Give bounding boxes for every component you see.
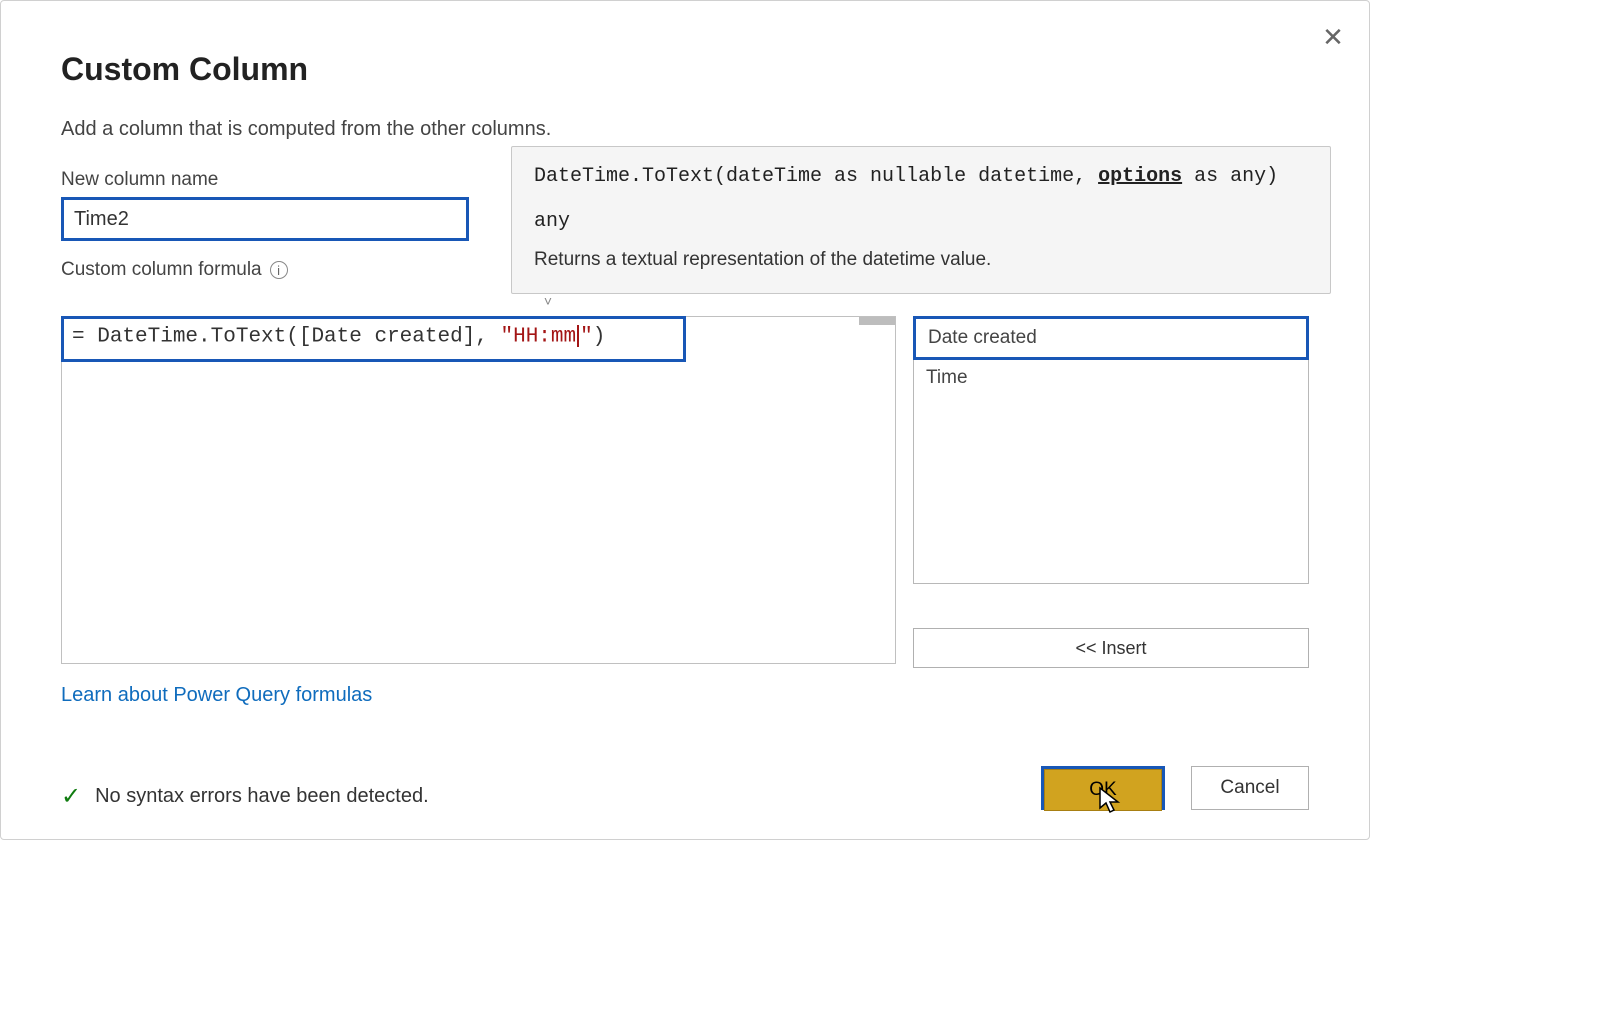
- list-item[interactable]: Date created: [913, 316, 1309, 360]
- column-name-input[interactable]: [61, 197, 469, 241]
- formula-equals: =: [72, 326, 97, 349]
- dialog-subtitle: Add a column that is computed from the o…: [61, 118, 1321, 141]
- available-columns-list[interactable]: Date created Time: [913, 316, 1309, 584]
- close-icon[interactable]: ✕: [1319, 23, 1347, 51]
- cancel-button[interactable]: Cancel: [1191, 766, 1309, 810]
- status-text: No syntax errors have been detected.: [95, 785, 429, 808]
- sig-prefix: DateTime.ToText(dateTime as nullable dat…: [534, 165, 1098, 188]
- check-icon: ✓: [61, 782, 81, 811]
- intellisense-description: Returns a textual representation of the …: [534, 249, 1308, 271]
- ok-button[interactable]: OK: [1044, 769, 1162, 811]
- dialog-buttons: OK Cancel: [1041, 766, 1309, 810]
- formula-string: HH:mm: [513, 326, 576, 349]
- chevron-down-icon[interactable]: ˅: [544, 295, 552, 307]
- intellisense-tooltip: DateTime.ToText(dateTime as nullable dat…: [511, 146, 1331, 294]
- formula-open-quote: ": [500, 326, 513, 349]
- intellisense-returntype: any: [534, 210, 1308, 233]
- sig-suffix: as any): [1182, 165, 1278, 188]
- info-icon[interactable]: i: [270, 261, 288, 279]
- formula-label: Custom column formula: [61, 259, 262, 281]
- sig-current-param: options: [1098, 165, 1182, 188]
- dialog-content: Custom Column Add a column that is compu…: [61, 36, 1321, 816]
- insert-button[interactable]: << Insert: [913, 628, 1309, 668]
- custom-column-dialog: ✕ Custom Column Add a column that is com…: [0, 0, 1370, 840]
- text-cursor: [577, 325, 579, 347]
- scroll-handle[interactable]: [859, 317, 895, 325]
- list-item[interactable]: Time: [914, 359, 1308, 397]
- formula-input[interactable]: = DateTime.ToText([Date created], "HH:mm…: [61, 316, 896, 664]
- formula-fn: DateTime.ToText([Date created],: [97, 326, 500, 349]
- formula-suffix: ): [593, 326, 606, 349]
- ok-button-highlight: OK: [1041, 766, 1165, 810]
- dialog-title: Custom Column: [61, 51, 1321, 88]
- help-link[interactable]: Learn about Power Query formulas: [61, 684, 372, 707]
- intellisense-signature: DateTime.ToText(dateTime as nullable dat…: [534, 165, 1308, 188]
- formula-close-quote: ": [580, 326, 593, 349]
- status-row: ✓ No syntax errors have been detected.: [61, 782, 429, 811]
